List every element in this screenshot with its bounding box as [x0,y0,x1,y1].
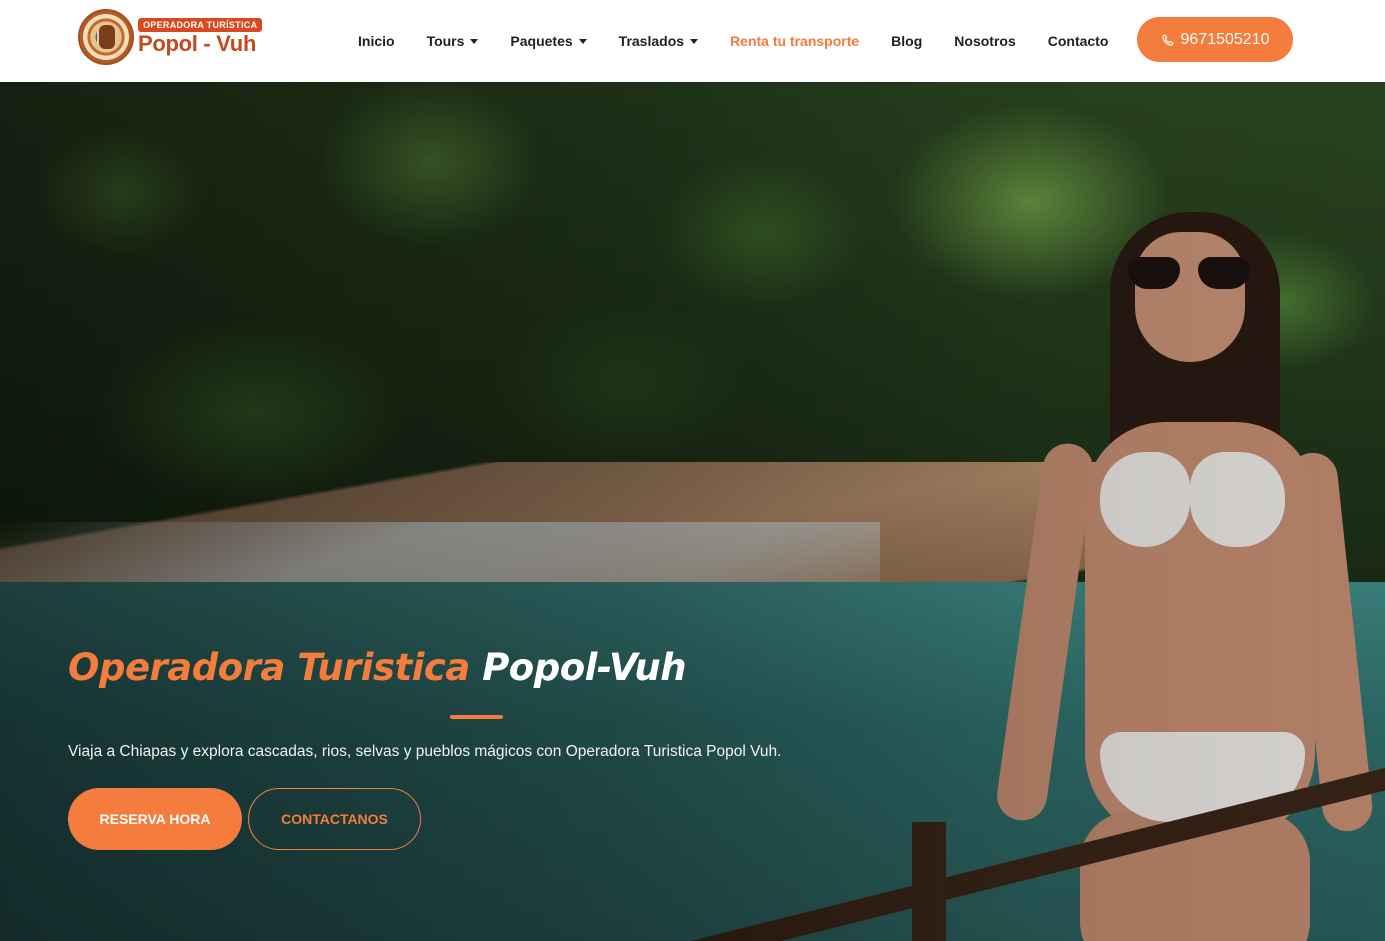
brand-tagline: OPERADORA TURÍSTICA [138,18,263,32]
nav-item-blog[interactable]: Blog [875,33,938,49]
hero-title: Operadora Turistica Popol-Vuh [68,642,868,694]
hero-description: Viaja a Chiapas y explora cascadas, rios… [68,743,782,760]
nav-item-label: Tours [426,33,465,49]
phone-icon [1161,33,1174,46]
phone-number: 9671505210 [1180,30,1270,48]
nav-item-label: Nosotros [954,33,1016,49]
hero-title-accent: Operadora Turistica [68,646,470,689]
nav-item-label: Inicio [358,33,395,49]
nav-item-tours[interactable]: Tours [411,33,495,49]
mayan-seal-icon [78,9,134,65]
reserva-hora-button[interactable]: RESERVA HORA [68,788,242,850]
nav-item-contacto[interactable]: Contacto [1032,33,1125,49]
brand-text: OPERADORA TURÍSTICA Popol - Vuh [138,18,263,56]
nav-item-label: Paquetes [510,33,573,49]
contactanos-button[interactable]: CONTACTANOS [248,788,421,850]
caret-down-icon [690,38,699,44]
caret-down-icon [578,38,587,44]
hero-title-name: Popol-Vuh [482,646,687,689]
hero-content: Operadora Turistica Popol-Vuh Viaja a Ch… [68,642,868,850]
nav-item-label: Renta tu transporte [730,33,860,49]
title-divider [450,715,503,719]
hero-buttons: RESERVA HORA CONTACTANOS [68,788,868,850]
nav-item-traslados[interactable]: Traslados [603,33,714,49]
main-nav: Inicio Tours Paquetes Traslados Renta tu… [342,0,1124,82]
nav-item-nosotros[interactable]: Nosotros [938,33,1031,49]
nav-item-label: Contacto [1047,33,1109,49]
nav-item-label: Traslados [618,33,685,49]
hero-section: Operadora Turistica Popol-Vuh Viaja a Ch… [0,82,1385,941]
nav-item-label: Blog [891,33,923,49]
nav-item-renta-transporte[interactable]: Renta tu transporte [714,33,875,49]
navbar: OPERADORA TURÍSTICA Popol - Vuh Inicio T… [0,0,1385,82]
nav-item-paquetes[interactable]: Paquetes [494,33,602,49]
nav-item-inicio[interactable]: Inicio [342,33,411,49]
phone-button[interactable]: 9671505210 [1137,17,1293,62]
brand-logo[interactable]: OPERADORA TURÍSTICA Popol - Vuh [78,9,263,65]
caret-down-icon [470,38,479,44]
brand-name: Popol - Vuh [138,31,257,56]
